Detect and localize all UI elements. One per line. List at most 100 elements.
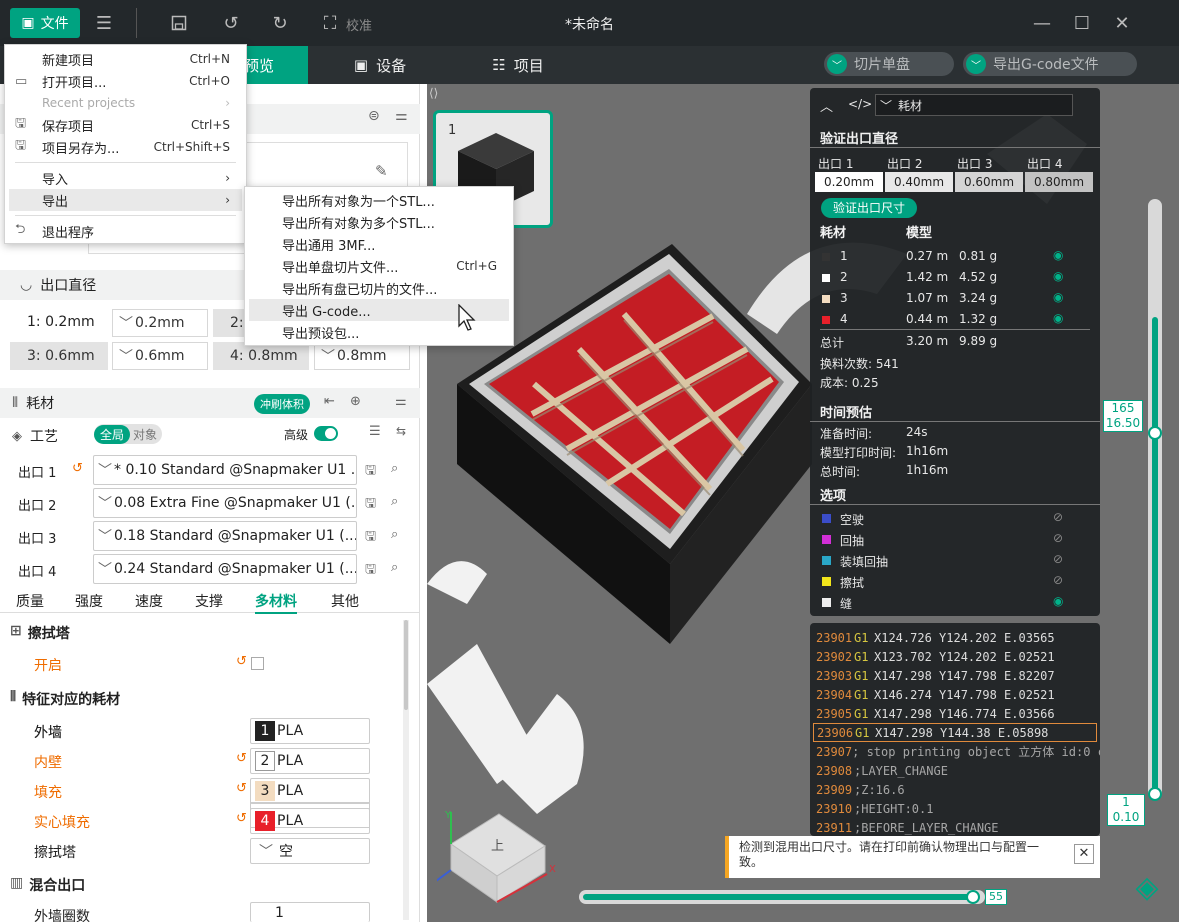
- filament-settings-icon[interactable]: ⚌: [395, 394, 407, 409]
- settings-scrollbar[interactable]: [403, 620, 409, 920]
- flush-volume-button[interactable]: 冲刷体积: [254, 394, 310, 414]
- layer-slider-track[interactable]: [1148, 199, 1162, 799]
- layers-icon[interactable]: ◈: [1127, 870, 1167, 910]
- settings-sliders-icon[interactable]: ⚌: [395, 108, 408, 124]
- eye-off-icon[interactable]: ⊘: [1053, 531, 1063, 545]
- extruder-4-profile[interactable]: ﹀ 0.24 Standard @Snapmaker U1 (...: [93, 554, 357, 584]
- eye-off-icon[interactable]: ⊘: [1053, 510, 1063, 524]
- tab-device[interactable]: ▣ 设备: [340, 46, 420, 84]
- gcode-line-number: 23904: [816, 687, 853, 702]
- navigation-cube[interactable]: 上 Y X: [437, 804, 557, 914]
- list-icon[interactable]: ☰: [369, 424, 381, 439]
- reset-icon[interactable]: ↺: [236, 781, 247, 796]
- filament-icon: ⦀: [10, 689, 17, 705]
- scope-object[interactable]: 对象: [130, 426, 157, 443]
- wipe-tower-filament-select[interactable]: ﹀ 空: [250, 838, 370, 864]
- calibrate-label[interactable]: 校准: [346, 15, 372, 34]
- menu-item-open-project[interactable]: ▭ 打开项目... Ctrl+O: [5, 70, 246, 92]
- save-preset-icon[interactable]: 🖫: [365, 494, 376, 516]
- save-preset-icon[interactable]: 🖫: [365, 461, 376, 483]
- add-filament-icon[interactable]: ⊕: [350, 394, 361, 409]
- subtab-multimaterial[interactable]: 多材料: [255, 591, 297, 614]
- reset-icon[interactable]: ↺: [236, 811, 247, 826]
- reset-icon[interactable]: ↺: [236, 751, 247, 766]
- eye-off-icon[interactable]: ⊘: [1053, 573, 1063, 587]
- close-icon[interactable]: ✕: [1074, 844, 1094, 864]
- advanced-toggle[interactable]: [314, 426, 338, 441]
- subtab-quality[interactable]: 质量: [16, 591, 44, 611]
- enable-checkbox[interactable]: [251, 657, 264, 670]
- search-icon[interactable]: ⌕: [391, 494, 398, 509]
- subtab-support[interactable]: 支撑: [195, 591, 223, 611]
- eye-icon[interactable]: ◉: [1053, 311, 1063, 325]
- redo-icon[interactable]: ↻: [266, 9, 294, 37]
- scope-toggle[interactable]: 全局 对象: [94, 424, 162, 444]
- inner-wall-select[interactable]: 2 PLA: [250, 748, 370, 774]
- undo-icon[interactable]: ↺: [217, 9, 245, 37]
- subtab-speed[interactable]: 速度: [135, 591, 163, 611]
- filament-sync-icon[interactable]: ⇤: [324, 394, 335, 409]
- menu-item-exit[interactable]: ⮌ 退出程序: [5, 220, 246, 242]
- nozzle-3-select[interactable]: ﹀ 0.6mm: [112, 342, 208, 370]
- eye-off-icon[interactable]: ⊘: [1053, 552, 1063, 566]
- eye-icon[interactable]: ◉: [1053, 594, 1063, 608]
- menu-icon[interactable]: ☰: [90, 9, 118, 37]
- save-preset-icon[interactable]: 🖫: [365, 560, 376, 582]
- eye-icon[interactable]: ◉: [1053, 248, 1063, 262]
- edit-icon[interactable]: ✎: [375, 162, 388, 180]
- reset-icon[interactable]: ↺: [236, 654, 247, 669]
- maximize-icon[interactable]: ☐: [1068, 9, 1096, 37]
- minimize-icon[interactable]: —: [1028, 9, 1056, 37]
- infill-select[interactable]: 3 PLA: [250, 778, 370, 804]
- subtab-strength[interactable]: 强度: [75, 591, 103, 611]
- extruder-2-profile[interactable]: ﹀ 0.08 Extra Fine @Snapmaker U1 (...: [93, 488, 357, 518]
- menu-item-export-3mf[interactable]: 导出通用 3MF...: [245, 233, 513, 255]
- filament-column-header: 耗材: [820, 226, 847, 241]
- solid-infill-select[interactable]: 4 PLA: [250, 808, 370, 834]
- search-icon[interactable]: ⌕: [391, 461, 398, 476]
- subtab-others[interactable]: 其他: [331, 591, 359, 611]
- compare-icon[interactable]: ⇆: [396, 424, 406, 438]
- move-slider-handle[interactable]: [966, 890, 980, 904]
- verify-nozzle-button[interactable]: 验证出口尺寸: [821, 198, 918, 218]
- menu-item-new-project[interactable]: 新建项目 Ctrl+N: [5, 48, 246, 70]
- nozzle-4-select[interactable]: ﹀ 0.8mm: [314, 342, 410, 370]
- close-icon[interactable]: ✕: [1108, 9, 1136, 37]
- menu-item-export-stl-single[interactable]: 导出所有对象为一个STL...: [245, 189, 513, 211]
- menu-item-export[interactable]: 导出 ›: [9, 189, 242, 211]
- scope-global[interactable]: 全局: [94, 424, 131, 444]
- menu-item-export-plate-sliced[interactable]: 导出单盘切片文件... Ctrl+G: [245, 255, 513, 277]
- collapse-icon[interactable]: ︿: [820, 96, 833, 115]
- eye-icon[interactable]: ◉: [1053, 269, 1063, 283]
- outer-wall-select[interactable]: 1 PLA: [250, 718, 370, 744]
- eye-icon[interactable]: ◉: [1053, 290, 1063, 304]
- save-preset-icon[interactable]: 🖫: [365, 527, 376, 549]
- menu-item-save-as[interactable]: 🖫 项目另存为... Ctrl+Shift+S: [5, 136, 246, 158]
- file-menu-button[interactable]: ▣ 文件: [10, 8, 80, 38]
- save-icon[interactable]: [165, 9, 193, 37]
- collapse-sidebar-icon[interactable]: ⟨⟩: [429, 86, 438, 100]
- search-icon[interactable]: ⌕: [391, 560, 398, 575]
- slice-plate-button[interactable]: ﹀ 切片单盘: [824, 52, 954, 76]
- menu-item-export-all-sliced[interactable]: 导出所有盘已切片的文件...: [245, 277, 513, 299]
- outer-wall-loops-input[interactable]: 1: [250, 902, 370, 922]
- menu-item-import[interactable]: 导入 ›: [5, 167, 246, 189]
- layer-slider-bottom-handle[interactable]: [1148, 787, 1162, 801]
- layer-slider-top-handle[interactable]: [1148, 426, 1162, 440]
- tab-project[interactable]: ☷ 项目: [478, 46, 558, 84]
- export-gcode-button[interactable]: ﹀ 导出G-code文件: [963, 52, 1137, 76]
- extruder-1-profile[interactable]: ﹀ * 0.10 Standard @Snapmaker U1 ...: [93, 455, 357, 485]
- gcode-viewer[interactable]: 23901 G1 X124.726 Y124.202 E.03565 23902 G1 X…: [810, 623, 1100, 836]
- calibrate-icon[interactable]: ⛶: [316, 9, 344, 37]
- search-icon[interactable]: ⌕: [391, 527, 398, 542]
- reset-icon[interactable]: ↺: [72, 461, 83, 476]
- menu-item-save-project[interactable]: 🖫 保存项目 Ctrl+S: [5, 114, 246, 136]
- process-header: ◈ 工艺: [12, 428, 58, 446]
- menu-item-export-stl-multiple[interactable]: 导出所有对象为多个STL...: [245, 211, 513, 233]
- move-slider-track[interactable]: [579, 890, 985, 904]
- view-type-select[interactable]: ﹀ 耗材: [875, 94, 1073, 116]
- code-icon[interactable]: </>: [848, 97, 872, 111]
- arrange-icon[interactable]: ⊜: [368, 108, 380, 124]
- extruder-3-profile[interactable]: ﹀ 0.18 Standard @Snapmaker U1 (...: [93, 521, 357, 551]
- nozzle-1-select[interactable]: ﹀ 0.2mm: [112, 309, 208, 337]
